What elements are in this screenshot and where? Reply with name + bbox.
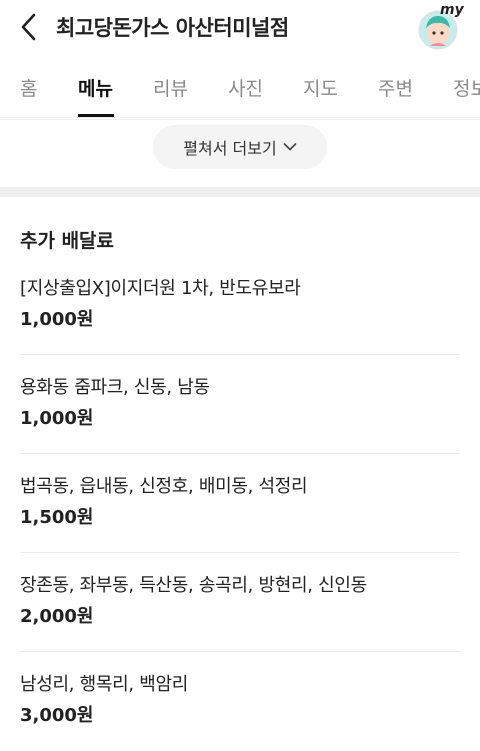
expand-more-button[interactable]: 펼쳐서 더보기 — [153, 125, 327, 169]
avatar-label: my — [440, 2, 464, 18]
fee-area: 남성리, 행목리, 백암리 — [20, 674, 189, 695]
tab-menu[interactable]: 메뉴 — [78, 74, 113, 101]
tab-photo[interactable]: 사진 — [228, 74, 263, 101]
delivery-fee-item: [지상출입X]이지더원 1차, 반도유보라 1,000원 — [20, 256, 460, 355]
fee-price: 2,000원 — [20, 606, 94, 627]
delivery-fee-item: 법곡동, 읍내동, 신정호, 배미동, 석정리 1,500원 — [20, 454, 460, 553]
active-tab-indicator — [78, 114, 114, 117]
fee-area: 법곡동, 읍내동, 신정호, 배미동, 석정리 — [20, 476, 308, 497]
delivery-fee-title: 추가 배달료 — [20, 230, 115, 252]
back-button[interactable] — [14, 12, 44, 42]
expand-more-label: 펼쳐서 더보기 — [183, 139, 277, 158]
fee-area: 용화동 줌파크, 신동, 남동 — [20, 377, 210, 398]
tab-map[interactable]: 지도 — [303, 74, 338, 101]
fee-price: 1,000원 — [20, 408, 94, 429]
tab-info[interactable]: 정보 — [453, 74, 480, 101]
fee-price: 1,500원 — [20, 507, 94, 528]
avatar[interactable]: my — [416, 2, 464, 50]
fee-price: 3,000원 — [20, 705, 94, 726]
tab-review[interactable]: 리뷰 — [153, 74, 188, 101]
delivery-fee-item: 남성리, 행목리, 백암리 3,000원 — [20, 652, 460, 751]
page-title: 최고당돈가스 아산터미널점 — [56, 16, 289, 40]
delivery-fee-item: 용화동 줌파크, 신동, 남동 1,000원 — [20, 355, 460, 454]
fee-area: 장존동, 좌부동, 득산동, 송곡리, 방현리, 신인동 — [20, 575, 367, 596]
section-divider — [0, 187, 480, 197]
expand-section: 펼쳐서 더보기 — [0, 119, 480, 189]
tab-home[interactable]: 홈 — [20, 74, 37, 101]
tab-bar: 홈 메뉴 리뷰 사진 지도 주변 정보 — [0, 60, 480, 118]
delivery-fee-item: 장존동, 좌부동, 득산동, 송곡리, 방현리, 신인동 2,000원 — [20, 553, 460, 652]
fee-price: 1,000원 — [20, 309, 94, 330]
fee-area: [지상출입X]이지더원 1차, 반도유보라 — [20, 278, 301, 299]
chevron-left-icon — [21, 13, 36, 41]
tab-nearby[interactable]: 주변 — [378, 74, 413, 101]
header: 최고당돈가스 아산터미널점 my — [0, 0, 480, 56]
chevron-down-icon — [283, 143, 297, 151]
